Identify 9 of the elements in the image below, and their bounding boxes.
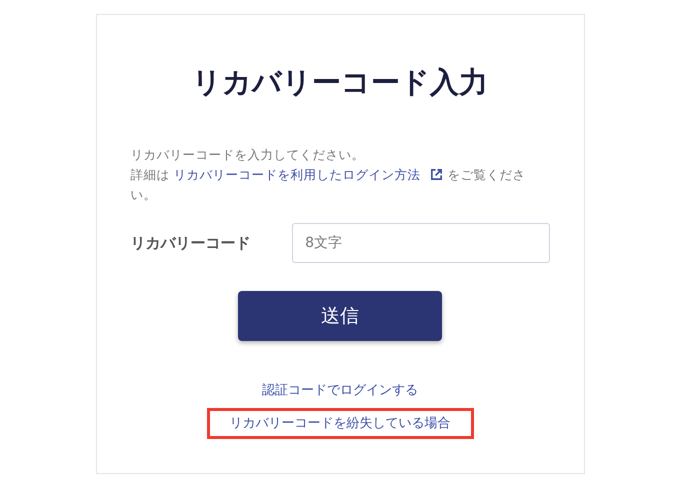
intro-text: リカバリーコードを入力してください。 詳細は リカバリーコードを利用したログイン方法 をご覧ください。 [130, 146, 526, 204]
text-link[interactable]: 認証コードでログインする [239, 375, 441, 406]
text-link[interactable]: リカバリーコードを紛失している場合 [206, 408, 474, 439]
help-link[interactable]: リカバリーコードを利用したログイン方法 [173, 167, 444, 182]
submit-button[interactable]: 送信 [238, 291, 442, 341]
input-field[interactable]: 8文字 [292, 223, 550, 263]
page-title: リカバリーコード入力 [192, 64, 488, 101]
external-link-icon [430, 168, 444, 181]
field-label: リカバリーコード [130, 234, 252, 252]
